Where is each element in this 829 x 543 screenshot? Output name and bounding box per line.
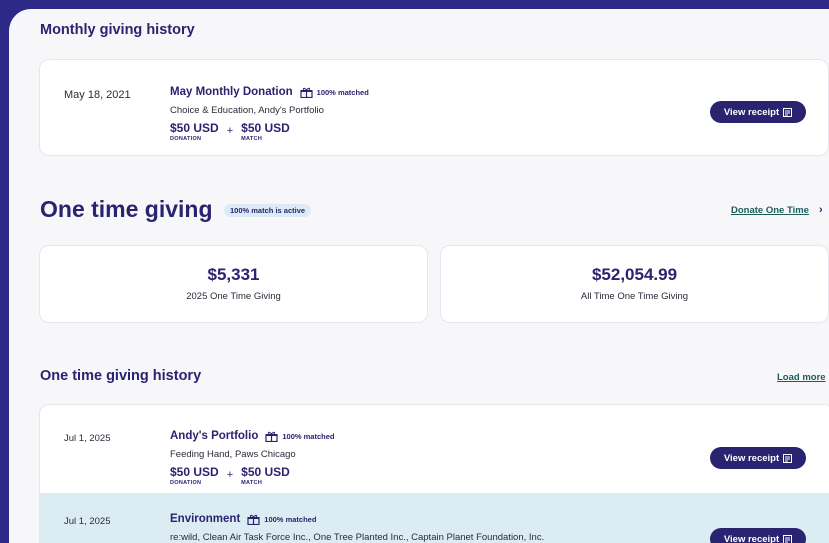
history-list: Jul 1, 2025 Andy's Portfolio 100% matche…: [39, 404, 829, 543]
donation-amount-value: $50 USD: [170, 121, 219, 135]
donate-one-time-label: Donate One Time: [731, 205, 809, 216]
monthly-donation-card: May 18, 2021 May Monthly Donation 100% m…: [39, 59, 829, 156]
donation-amount: $50 USD DONATION: [170, 122, 219, 143]
stat-value: $5,331: [207, 265, 260, 284]
match-amount-value: $50 USD: [241, 121, 290, 135]
gift-icon: [247, 514, 260, 525]
view-receipt-label: View receipt: [723, 106, 780, 118]
receipt-doc-icon: [783, 107, 793, 117]
matched-label: 100% matched: [264, 514, 317, 524]
page-frame: Monthly giving history May 18, 2021 May …: [9, 9, 829, 543]
amount-row: $50 USD DONATION + $50 USD MATCH: [170, 122, 290, 143]
plus-sign: +: [226, 469, 234, 481]
match-active-badge: 100% match is active: [224, 204, 312, 217]
matched-label: 100% matched: [316, 87, 369, 97]
match-amount: $50 USD MATCH: [241, 466, 290, 487]
view-receipt-label: View receipt: [723, 533, 780, 543]
donation-date: Jul 1, 2025: [64, 516, 111, 527]
one-time-history-title: One time giving history: [40, 368, 202, 384]
plus-sign: +: [226, 125, 234, 137]
amount-row: $50 USD DONATION + $50 USD MATCH: [170, 466, 290, 487]
receipt-doc-icon: [783, 453, 793, 463]
one-time-giving-title: One time giving: [40, 196, 213, 222]
donation-orgs: re:wild, Clean Air Task Force Inc., One …: [170, 532, 545, 543]
donation-orgs: Choice & Education, Andy's Portfolio: [170, 105, 324, 116]
view-receipt-label: View receipt: [723, 452, 780, 464]
donation-title: May Monthly Donation: [170, 86, 293, 98]
match-amount-caption: MATCH: [241, 136, 263, 142]
donate-one-time-link[interactable]: Donate One Time: [731, 205, 809, 216]
donation-orgs: Feeding Hand, Paws Chicago: [170, 449, 296, 460]
view-receipt-button[interactable]: View receipt: [710, 528, 806, 543]
matched-label: 100% matched: [282, 431, 335, 441]
gift-icon: [300, 87, 313, 98]
monthly-history-title: Monthly giving history: [40, 22, 195, 38]
donation-date: Jul 1, 2025: [64, 433, 111, 444]
stat-value: $52,054.99: [591, 265, 678, 284]
chevron-right-icon[interactable]: ›: [819, 204, 823, 216]
donation-amount-value: $50 USD: [170, 465, 219, 479]
stat-label: All Time One Time Giving: [580, 291, 689, 302]
view-receipt-button[interactable]: View receipt: [710, 101, 806, 123]
donation-amount-caption: DONATION: [170, 136, 202, 142]
match-amount-caption: MATCH: [241, 480, 263, 486]
donation-title: Andy's Portfolio: [170, 430, 259, 442]
donation-title-row: Andy's Portfolio 100% matched: [170, 430, 334, 442]
donation-title: Environment: [170, 513, 241, 525]
stat-label: 2025 One Time Giving: [186, 291, 281, 302]
match-amount: $50 USD MATCH: [241, 122, 290, 143]
stat-card-2025: $5,331 2025 One Time Giving: [39, 245, 428, 323]
load-more-link[interactable]: Load more: [777, 372, 826, 383]
view-receipt-button[interactable]: View receipt: [710, 447, 806, 469]
gift-icon: [265, 431, 278, 442]
receipt-doc-icon: [783, 534, 793, 543]
donation-date: May 18, 2021: [64, 89, 131, 101]
match-amount-value: $50 USD: [241, 465, 290, 479]
donation-title-row: May Monthly Donation 100% matched: [170, 86, 369, 98]
donation-amount-caption: DONATION: [170, 480, 202, 486]
list-item: Jul 1, 2025 Andy's Portfolio 100% matche…: [40, 405, 829, 493]
list-item: Jul 1, 2025 Environment 100% matched re:…: [40, 493, 829, 543]
donation-title-row: Environment 100% matched: [170, 513, 316, 525]
donation-amount: $50 USD DONATION: [170, 466, 219, 487]
stat-card-all-time: $52,054.99 All Time One Time Giving: [440, 245, 829, 323]
